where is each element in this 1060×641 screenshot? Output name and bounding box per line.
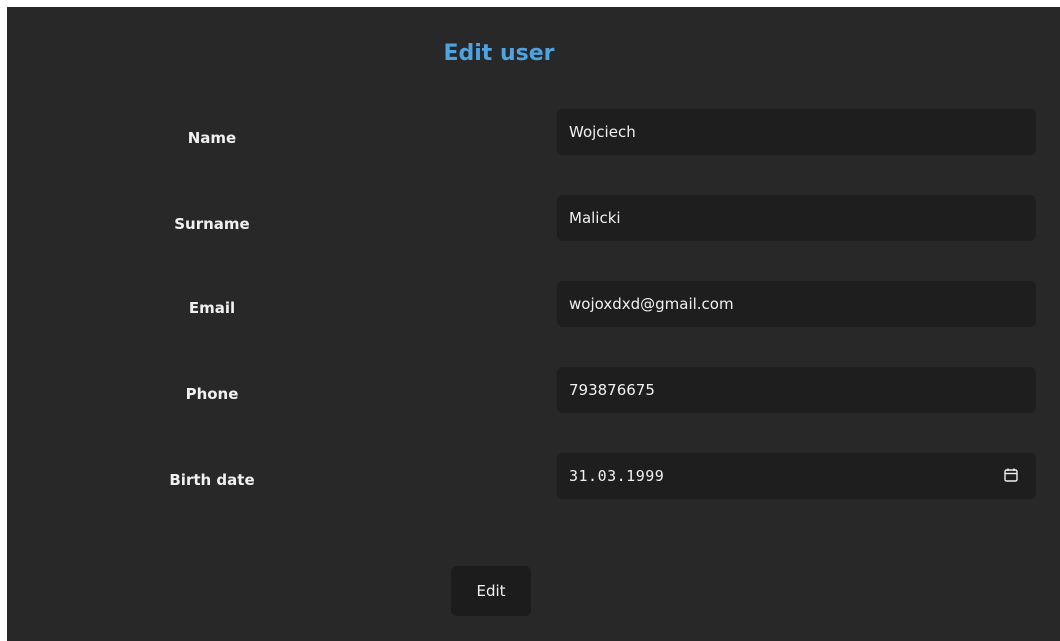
email-field[interactable] xyxy=(557,281,1036,327)
edit-user-form: Edit user Name Surname Email Phone Birth… xyxy=(7,7,1060,641)
birth-date-label: Birth date xyxy=(169,471,255,489)
name-label: Name xyxy=(187,129,237,147)
surname-label: Surname xyxy=(174,215,250,233)
birth-date-input[interactable] xyxy=(569,467,989,485)
phone-label: Phone xyxy=(185,385,239,403)
surname-field[interactable] xyxy=(557,195,1036,241)
name-input[interactable] xyxy=(569,123,989,141)
name-field[interactable] xyxy=(557,109,1036,155)
edit-button[interactable]: Edit xyxy=(451,566,531,616)
surname-input[interactable] xyxy=(569,209,989,227)
email-input[interactable] xyxy=(569,295,989,313)
phone-input[interactable] xyxy=(569,381,989,399)
email-label: Email xyxy=(188,299,236,317)
page-title: Edit user xyxy=(443,41,555,66)
birth-date-field[interactable] xyxy=(557,453,1036,499)
calendar-icon[interactable] xyxy=(1004,468,1018,482)
phone-field[interactable] xyxy=(557,367,1036,413)
